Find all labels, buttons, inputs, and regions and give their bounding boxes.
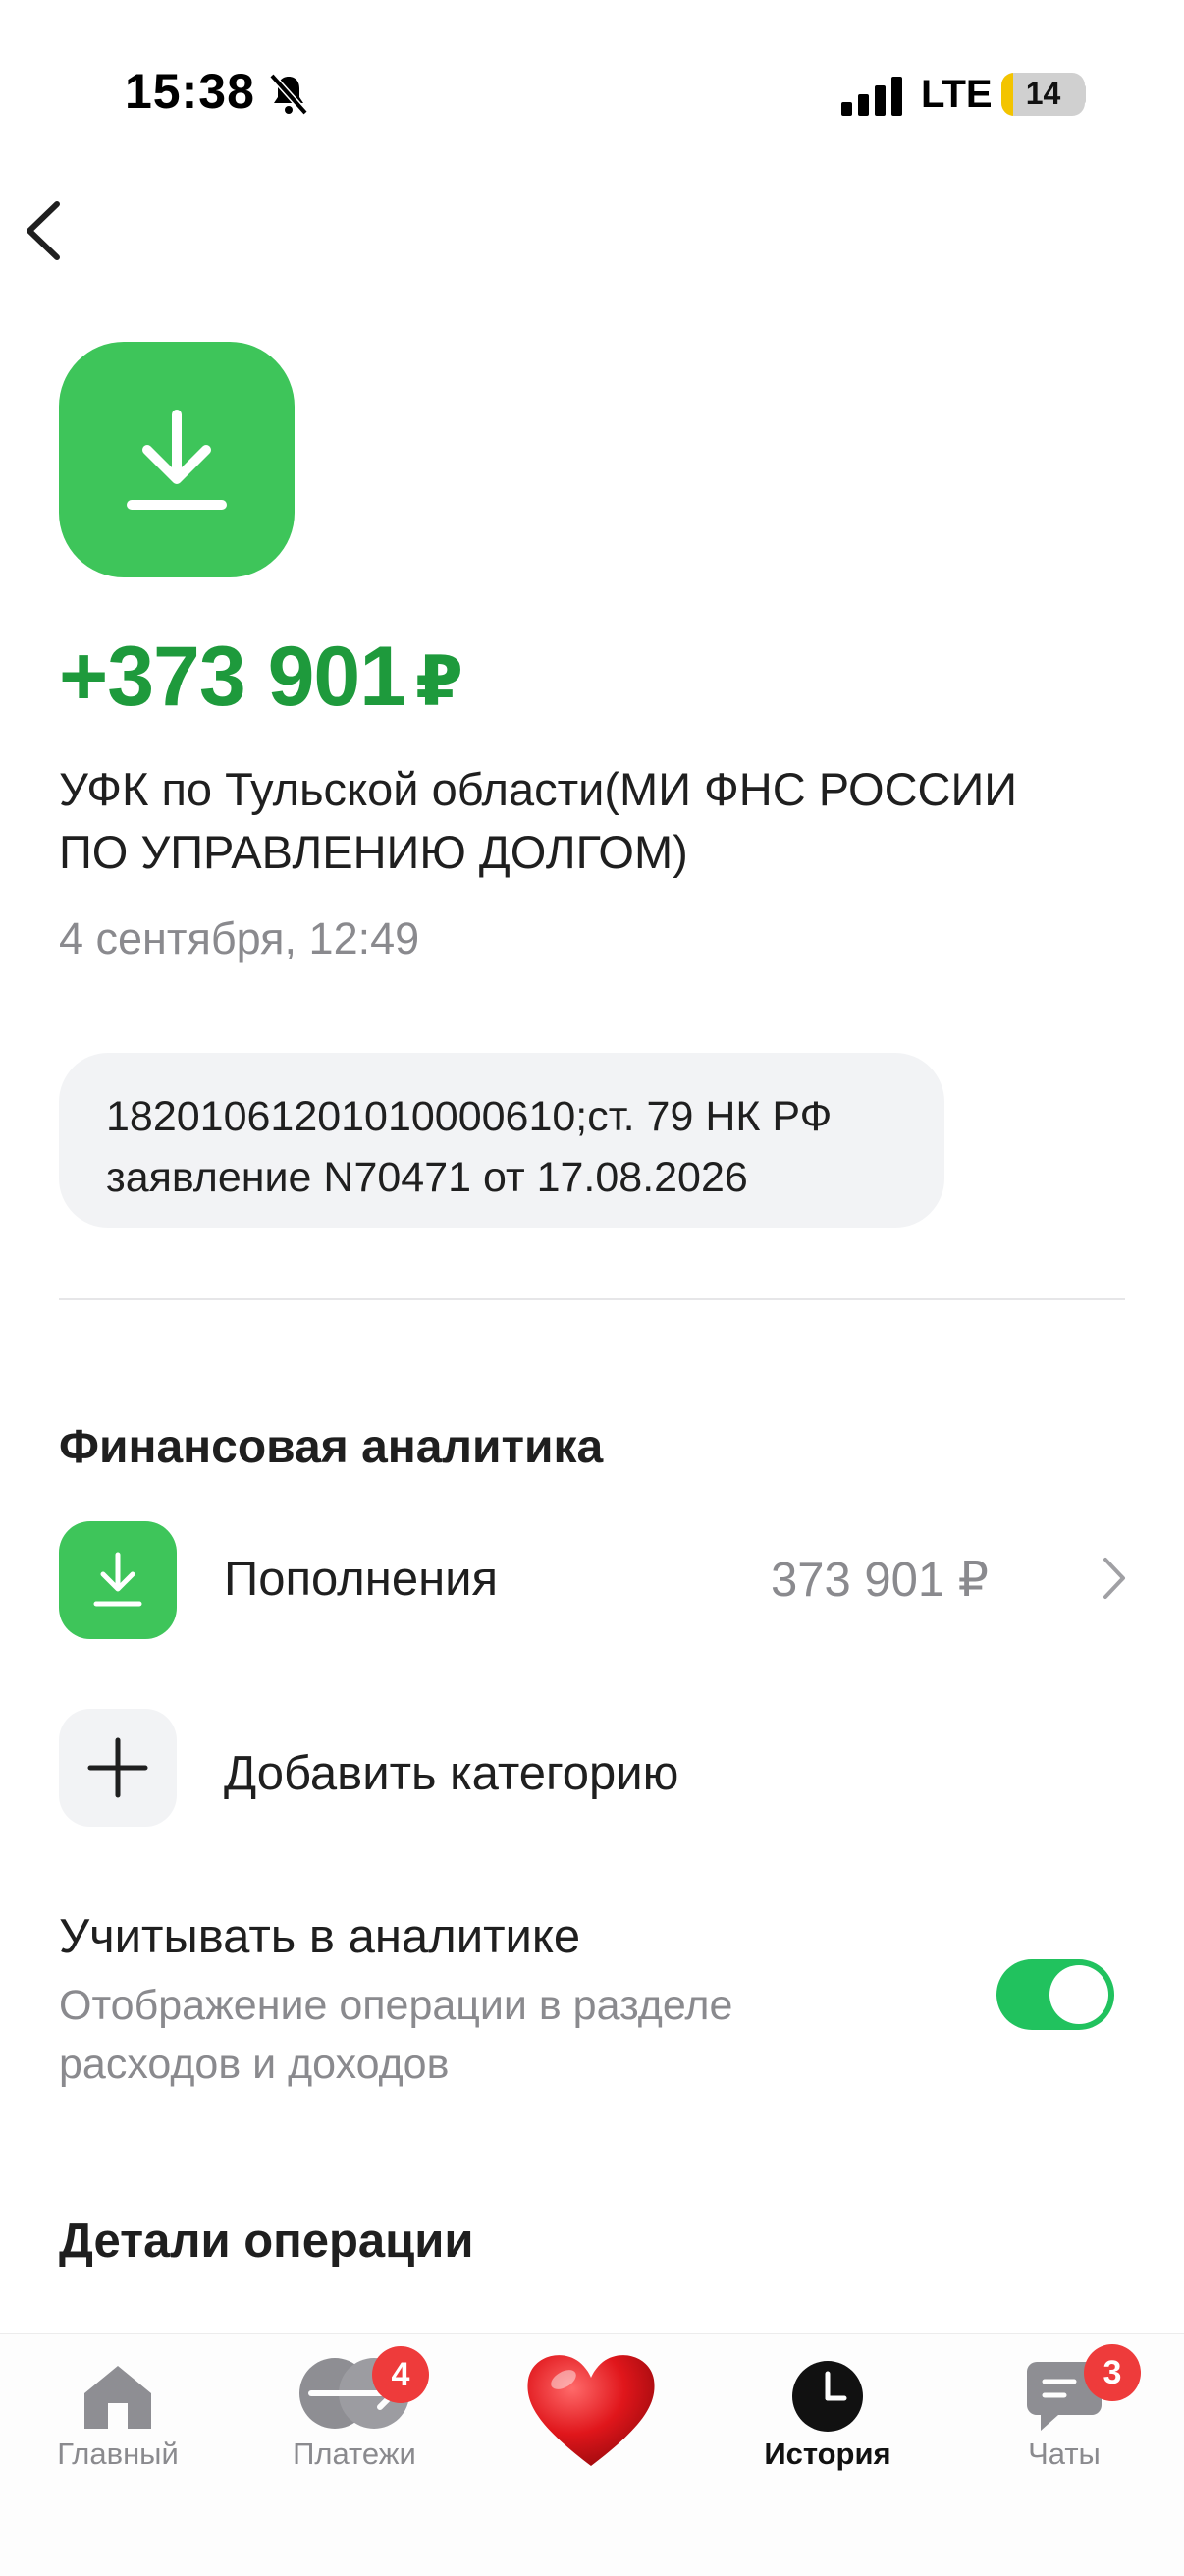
divider [59,1298,1125,1300]
tab-chats-label: Чаты [1028,2437,1101,2471]
signal-icon [841,77,902,116]
network-type: LTE [921,73,993,116]
battery-tip [1080,84,1086,104]
details-title: Детали операции [59,2215,474,2268]
tab-payments[interactable]: 4 Платежи [237,2334,472,2570]
analytics-title: Финансовая аналитика [59,1421,604,1473]
tab-home-label: Главный [57,2437,179,2471]
toggle-knob [1049,1965,1108,2024]
include-analytics-description: Отображение операции в разделе расходов … [59,1976,942,2094]
payer-line-1: УФК по Тульской области(МИ ФНС РОССИИ [59,763,1018,815]
include-desc-line-1: Отображение операции в разделе [59,1982,733,2029]
status-time: 15:38 [125,64,255,119]
include-analytics-toggle[interactable] [996,1959,1114,2030]
add-category-button[interactable] [59,1709,177,1827]
category-label[interactable]: Пополнения [224,1552,498,1607]
category-icon[interactable] [59,1521,177,1639]
tab-history[interactable]: История [710,2334,945,2570]
back-arrow-icon[interactable] [20,196,69,265]
tab-favorites[interactable] [473,2334,709,2570]
income-type-tile [59,342,295,577]
purpose-line-1: 18201061201010000610;ст. 79 НК РФ [106,1093,833,1140]
bell-slash-icon [269,73,308,116]
include-analytics-title: Учитывать в аналитике [59,1910,581,1963]
add-category-label[interactable]: Добавить категорию [224,1746,678,1801]
amount-value: +373 901 [59,630,406,724]
transaction-amount: +373 901 ₽ [59,629,463,726]
download-icon [127,410,227,510]
plus-icon [87,1737,148,1798]
category-amount[interactable]: 373 901 ₽ [771,1552,989,1608]
battery-level: 14 [1025,76,1061,111]
tab-bar: Главный 4 Платежи История 3 Чаты [0,2333,1184,2576]
payments-badge: 4 [372,2346,429,2403]
purpose-line-2: заявление N70471 от 17.08.2026 [106,1154,748,1201]
tab-chats[interactable]: 3 Чаты [946,2334,1182,2570]
currency-sign: ₽ [415,643,463,720]
tab-payments-label: Платежи [293,2437,416,2471]
heart-icon [527,2355,655,2466]
tab-history-label: История [764,2437,891,2471]
payer-name: УФК по Тульской области(МИ ФНС РОССИИ ПО… [59,758,1139,884]
payment-purpose: 18201061201010000610;ст. 79 НК РФ заявле… [59,1053,944,1228]
chats-badge: 3 [1084,2344,1141,2401]
chevron-right-icon[interactable] [1100,1554,1129,1603]
transaction-date: 4 сентября, 12:49 [59,913,420,963]
include-desc-line-2: расходов и доходов [59,2041,450,2088]
tab-home[interactable]: Главный [0,2334,236,2570]
clock-icon [792,2361,863,2432]
battery-icon: 14 [1001,73,1085,116]
home-icon [84,2366,151,2429]
payer-line-2: ПО УПРАВЛЕНИЮ ДОЛГОМ) [59,826,688,878]
download-icon [93,1552,142,1607]
